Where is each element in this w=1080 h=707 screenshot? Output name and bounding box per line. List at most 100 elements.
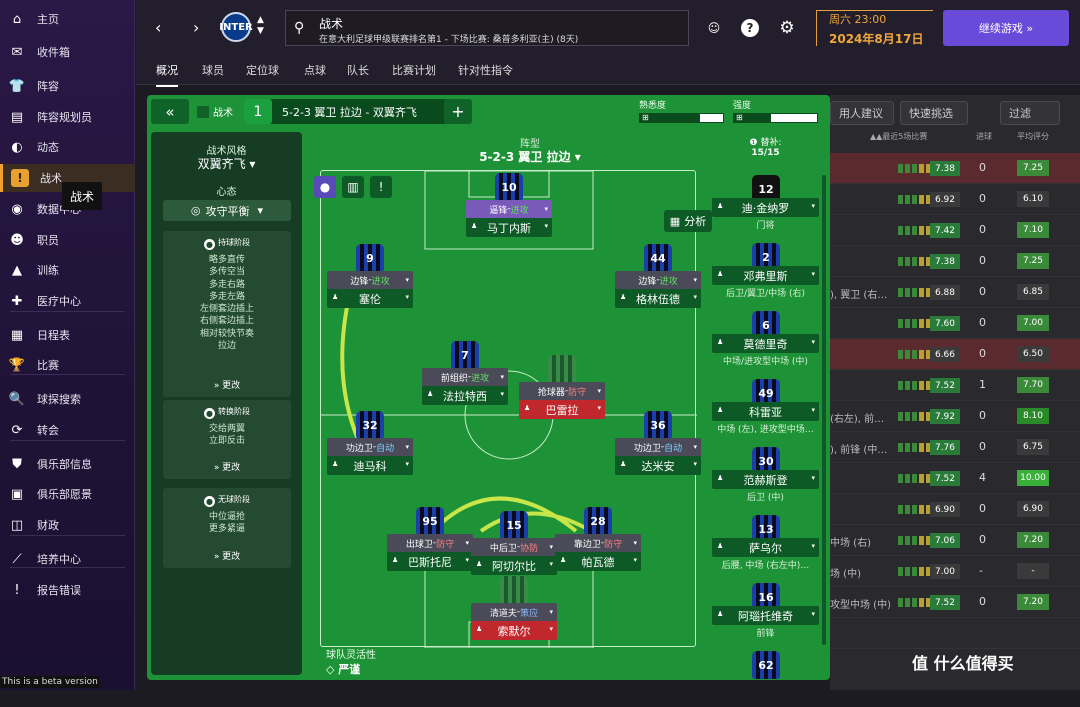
- substitute-card[interactable]: 12 ♟ 迪·金纳罗 ▾ 门将: [712, 175, 819, 231]
- table-column-header[interactable]: ▲▲最近5场比赛: [870, 131, 927, 142]
- instructions-icon[interactable]: ●: [314, 176, 336, 198]
- table-row[interactable]: 7.52 1 7.70: [830, 370, 1080, 401]
- tactic-slot-dropdown[interactable]: 1 5-2-3 翼卫 拉边 - 双翼齐飞 ▾: [244, 99, 470, 124]
- table-row[interactable]: ), 翼卫 (右… 6.88 0 6.85: [830, 277, 1080, 308]
- sidebar-item[interactable]: ◐ 动态: [0, 133, 135, 161]
- tab[interactable]: 队长: [347, 62, 369, 78]
- player-name-dropdown[interactable]: ♟ 帕瓦德 ▾: [555, 552, 641, 571]
- player-name-dropdown[interactable]: ♟ 塞伦 ▾: [327, 289, 413, 308]
- alert-icon[interactable]: !: [370, 176, 392, 198]
- sidebar-item[interactable]: ▲ 训练: [0, 256, 135, 284]
- phase-change-button[interactable]: » 更改: [163, 549, 291, 562]
- tab[interactable]: 点球: [304, 62, 326, 78]
- substitute-card[interactable]: 6 ♟ 莫德里奇 ▾ 中场/进攻型中场 (中): [712, 311, 819, 367]
- table-row[interactable]: 7.38 0 7.25: [830, 153, 1080, 184]
- back-arrow-icon[interactable]: ‹: [155, 18, 161, 37]
- player-card[interactable]: 28 靠边卫 - 防守 ▾ ♟ 帕瓦德 ▾: [555, 507, 641, 577]
- search-box[interactable]: ⚲ 战术 在意大利足球甲级联赛排名第1 - 下场比赛: 桑普多利亚(主) (8天…: [285, 10, 689, 46]
- table-row[interactable]: 攻型中场 (中) 7.52 0 7.20: [830, 587, 1080, 618]
- player-role-dropdown[interactable]: 功边卫 - 自动 ▾: [327, 438, 413, 456]
- substitute-card[interactable]: 62: [712, 651, 819, 707]
- table-row[interactable]: 6.92 0 6.10: [830, 184, 1080, 215]
- player-card[interactable]: 15 中后卫 - 协防 ▾ ♟ 阿切尔比 ▾: [471, 511, 557, 581]
- player-role-dropdown[interactable]: 中后卫 - 协防 ▾: [471, 538, 557, 556]
- player-name-dropdown[interactable]: ♟ 达米安 ▾: [615, 456, 701, 475]
- scrollbar[interactable]: [822, 175, 826, 645]
- substitute-card[interactable]: 16 ♟ 阿瑙托维奇 ▾ 前锋: [712, 583, 819, 639]
- mentality-dropdown[interactable]: ◎ 攻守平衡 ▾: [163, 200, 291, 221]
- table-row[interactable]: 7.42 0 7.10: [830, 215, 1080, 246]
- familiarity-meter[interactable]: 熟悉度 ⊞: [639, 98, 724, 123]
- substitute-card[interactable]: 30 ♟ 范赫斯登 ▾ 后卫 (中): [712, 447, 819, 503]
- sidebar-item[interactable]: ! 报告错误: [0, 576, 135, 604]
- sidebar-item[interactable]: ▤ 阵容规划员: [0, 103, 135, 131]
- table-row[interactable]: 6.66 0 6.50: [830, 339, 1080, 370]
- player-card[interactable]: 抢球器 - 防守 ▾ ♟ 巴雷拉 ▾: [519, 355, 605, 425]
- phase-change-button[interactable]: » 更改: [163, 378, 291, 391]
- player-role-dropdown[interactable]: 清道夫 - 策应 ▾: [471, 603, 557, 621]
- substitute-name-dropdown[interactable]: ♟ 莫德里奇 ▾: [712, 334, 819, 353]
- table-header-button[interactable]: 过滤: [1000, 101, 1060, 125]
- intensity-meter[interactable]: 强度 ⊞: [733, 98, 818, 123]
- sidebar-item[interactable]: ▦ 日程表: [0, 321, 135, 349]
- tab[interactable]: 概况: [156, 62, 178, 87]
- player-role-dropdown[interactable]: 功边卫 - 自动 ▾: [615, 438, 701, 456]
- sidebar-item[interactable]: ⛊ 俱乐部信息: [0, 450, 135, 478]
- help-icon[interactable]: ?: [741, 19, 759, 37]
- sidebar-item[interactable]: ▣ 俱乐部愿景: [0, 480, 135, 508]
- player-role-dropdown[interactable]: 边锋 - 进攻 ▾: [327, 271, 413, 289]
- player-card[interactable]: 9 边锋 - 进攻 ▾ ♟ 塞伦 ▾: [327, 244, 413, 314]
- player-name-dropdown[interactable]: ♟ 格林伍德 ▾: [615, 289, 701, 308]
- table-header-button[interactable]: 快速挑选: [900, 101, 968, 125]
- style-dropdown[interactable]: 双翼齐飞 ▾: [151, 155, 302, 172]
- substitute-card[interactable]: 2 ♟ 邓弗里斯 ▾ 后卫/翼卫/中场 (右): [712, 243, 819, 299]
- formation-dropdown[interactable]: 5-2-3 翼卫 拉边 ▾: [320, 148, 740, 165]
- table-row[interactable]: 7.38 0 7.25: [830, 246, 1080, 277]
- forward-arrow-icon[interactable]: ›: [193, 18, 199, 37]
- player-card[interactable]: 清道夫 - 策应 ▾ ♟ 索默尔 ▾: [471, 576, 557, 646]
- sidebar-item[interactable]: 🔍 球探搜索: [0, 385, 135, 413]
- tab[interactable]: 针对性指令: [458, 62, 513, 78]
- social-icon[interactable]: ☺: [704, 18, 724, 38]
- player-name-dropdown[interactable]: ♟ 法拉特西 ▾: [422, 386, 508, 405]
- player-role-dropdown[interactable]: 前组织 - 进攻 ▾: [422, 368, 508, 386]
- player-role-dropdown[interactable]: 逼锋 - 进攻 ▾: [466, 200, 552, 218]
- player-card[interactable]: 95 出球卫 - 防守 ▾ ♟ 巴斯托尼 ▾: [387, 507, 473, 577]
- table-row[interactable]: 中场 (右) 7.06 0 7.20: [830, 525, 1080, 556]
- phase-change-button[interactable]: » 更改: [163, 460, 291, 473]
- tab[interactable]: 比赛计划: [392, 62, 436, 78]
- sidebar-item[interactable]: 👕 阵容: [0, 72, 135, 100]
- club-switch-arrows-icon[interactable]: ▲ ▼: [257, 15, 264, 37]
- player-role-dropdown[interactable]: 靠边卫 - 防守 ▾: [555, 534, 641, 552]
- bar-chart-icon[interactable]: ▥: [342, 176, 364, 198]
- player-name-dropdown[interactable]: ♟ 巴雷拉 ▾: [519, 400, 605, 419]
- substitute-name-dropdown[interactable]: ♟ 萨乌尔 ▾: [712, 538, 819, 557]
- player-name-dropdown[interactable]: ♟ 索默尔 ▾: [471, 621, 557, 640]
- collapse-button[interactable]: «: [151, 99, 189, 124]
- tab[interactable]: 定位球: [246, 62, 279, 78]
- table-row[interactable]: (右左), 前… 7.92 0 8.10: [830, 401, 1080, 432]
- add-tactic-button[interactable]: +: [444, 99, 472, 124]
- table-column-header[interactable]: 平均评分: [1017, 131, 1049, 142]
- table-row[interactable]: [830, 618, 1080, 649]
- substitute-name-dropdown[interactable]: ♟ 迪·金纳罗 ▾: [712, 198, 819, 217]
- sidebar-item[interactable]: ☻ 职员: [0, 226, 135, 254]
- substitute-card[interactable]: 49 ♟ 科雷亚 ▾ 中场 (左), 进攻型中场…: [712, 379, 819, 435]
- sidebar-item[interactable]: ⌂ 主页: [0, 5, 135, 33]
- player-card[interactable]: 44 边锋 - 进攻 ▾ ♟ 格林伍德 ▾: [615, 244, 701, 314]
- analysis-button[interactable]: ▦ 分析: [664, 210, 712, 232]
- continue-button[interactable]: 继续游戏 »: [943, 10, 1069, 46]
- gear-icon[interactable]: ⚙: [777, 18, 797, 38]
- table-row[interactable]: 场 (中) 7.00 - -: [830, 556, 1080, 587]
- player-card[interactable]: 36 功边卫 - 自动 ▾ ♟ 达米安 ▾: [615, 411, 701, 481]
- sidebar-item[interactable]: ⟋ 培养中心: [0, 545, 135, 573]
- player-role-dropdown[interactable]: 出球卫 - 防守 ▾: [387, 534, 473, 552]
- substitute-card[interactable]: 13 ♟ 萨乌尔 ▾ 后腰, 中场 (右左中)…: [712, 515, 819, 571]
- player-name-dropdown[interactable]: ♟ 迪马科 ▾: [327, 456, 413, 475]
- player-name-dropdown[interactable]: ♟ 巴斯托尼 ▾: [387, 552, 473, 571]
- substitute-name-dropdown[interactable]: ♟ 阿瑙托维奇 ▾: [712, 606, 819, 625]
- player-card[interactable]: 10 逼锋 - 进攻 ▾ ♟ 马丁内斯 ▾: [466, 173, 552, 243]
- table-row[interactable]: 7.52 4 10.00: [830, 463, 1080, 494]
- substitute-name-dropdown[interactable]: ♟ 邓弗里斯 ▾: [712, 266, 819, 285]
- player-card[interactable]: 7 前组织 - 进攻 ▾ ♟ 法拉特西 ▾: [422, 341, 508, 411]
